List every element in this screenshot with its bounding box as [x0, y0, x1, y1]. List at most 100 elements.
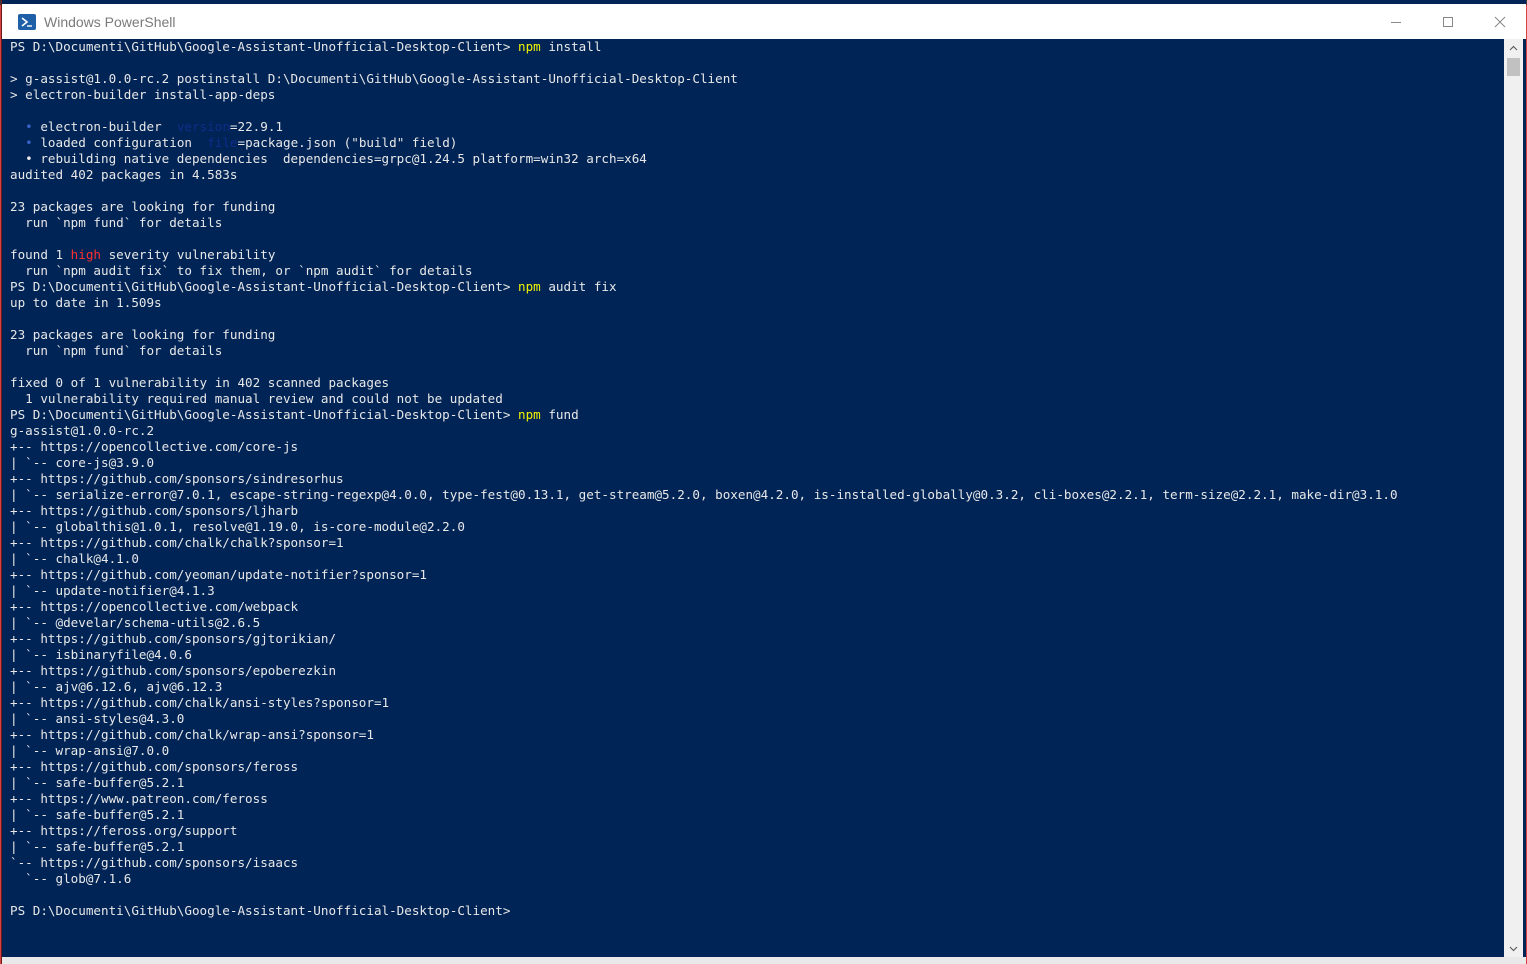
- console-line: | `-- wrap-ansi@7.0.0: [10, 743, 1398, 759]
- console-line: +-- https://github.com/sponsors/epoberez…: [10, 663, 1398, 679]
- console-line: +-- https://github.com/sponsors/gjtoriki…: [10, 631, 1398, 647]
- scroll-up-button[interactable]: [1504, 39, 1523, 56]
- console-text-segment: `-- https://github.com/sponsors/isaacs: [10, 855, 299, 870]
- console-line: g-assist@1.0.0-rc.2: [10, 423, 1398, 439]
- console-text-segment: • rebuilding native dependencies depende…: [10, 151, 647, 166]
- console-text-segment: PS D:\Documenti\GitHub\Google-Assistant-…: [10, 903, 511, 918]
- console-text-segment: npm: [518, 407, 541, 422]
- console-line: | `-- isbinaryfile@4.0.6: [10, 647, 1398, 663]
- minimize-icon: [1391, 21, 1401, 23]
- close-button[interactable]: [1474, 4, 1526, 39]
- console-line: fixed 0 of 1 vulnerability in 402 scanne…: [10, 375, 1398, 391]
- console-text-segment: | `-- core-js@3.9.0: [10, 455, 155, 470]
- scrollbar-thumb[interactable]: [1507, 58, 1520, 76]
- console-line: +-- https://github.com/chalk/chalk?spons…: [10, 535, 1398, 551]
- powershell-icon: [18, 13, 36, 30]
- window-bottom-edge: [2, 957, 1526, 964]
- console-line: +-- https://github.com/chalk/wrap-ansi?s…: [10, 727, 1398, 743]
- console-line: PS D:\Documenti\GitHub\Google-Assistant-…: [10, 39, 1398, 55]
- scroll-down-button[interactable]: [1504, 940, 1523, 957]
- chevron-down-icon: [1509, 946, 1518, 951]
- console-text-segment: electron-builder: [32, 119, 177, 134]
- console-line: +-- https://github.com/yeoman/update-not…: [10, 567, 1398, 583]
- console-text-segment: +-- https://github.com/sponsors/epoberez…: [10, 663, 337, 678]
- console-text-segment: +-- https://github.com/chalk/wrap-ansi?s…: [10, 727, 374, 742]
- console-text-segment: `-- glob@7.1.6: [10, 871, 132, 886]
- console-line: +-- https://feross.org/support: [10, 823, 1398, 839]
- console-text-segment: | `-- safe-buffer@5.2.1: [10, 807, 185, 822]
- console-text-segment: +-- https://feross.org/support: [10, 823, 238, 838]
- console-text-segment: > electron-builder install-app-deps: [10, 87, 276, 102]
- console-text-segment: | `-- isbinaryfile@4.0.6: [10, 647, 192, 662]
- console-line: | `-- safe-buffer@5.2.1: [10, 807, 1398, 823]
- console-text-segment: PS D:\Documenti\GitHub\Google-Assistant-…: [10, 407, 518, 422]
- console-text-segment: loaded configuration: [32, 135, 208, 150]
- console-text-segment: =22.9.1: [229, 119, 283, 134]
- console-line: 23 packages are looking for funding: [10, 327, 1398, 343]
- console-text-segment: audit fix: [540, 279, 617, 294]
- maximize-button[interactable]: [1422, 4, 1474, 39]
- console-text-segment: found 1: [10, 247, 71, 262]
- console-line: > g-assist@1.0.0-rc.2 postinstall D:\Doc…: [10, 71, 1398, 87]
- console-line: > electron-builder install-app-deps: [10, 87, 1398, 103]
- console-line: | `-- serialize-error@7.0.1, escape-stri…: [10, 487, 1398, 503]
- console-text-segment: 1 vulnerability required manual review a…: [10, 391, 503, 406]
- close-icon: [1494, 16, 1506, 27]
- window-title: Windows PowerShell: [44, 13, 176, 30]
- console-text-segment: +-- https://www.patreon.com/feross: [10, 791, 268, 806]
- console-text-segment: PS D:\Documenti\GitHub\Google-Assistant-…: [10, 39, 518, 54]
- console-text-segment: +-- https://github.com/yeoman/update-not…: [10, 567, 428, 582]
- console-line: • rebuilding native dependencies depende…: [10, 151, 1398, 167]
- console-text-segment: +-- https://github.com/sponsors/sindreso…: [10, 471, 344, 486]
- console-text-segment: | `-- @develar/schema-utils@2.6.5: [10, 615, 261, 630]
- console-text-segment: +-- https://github.com/sponsors/ljharb: [10, 503, 299, 518]
- console-line: | `-- chalk@4.1.0: [10, 551, 1398, 567]
- console-line: PS D:\Documenti\GitHub\Google-Assistant-…: [10, 279, 1398, 295]
- console-text-segment: | `-- chalk@4.1.0: [10, 551, 139, 566]
- console-line: PS D:\Documenti\GitHub\Google-Assistant-…: [10, 407, 1398, 423]
- console-line: +-- https://opencollective.com/webpack: [10, 599, 1398, 615]
- console-line: +-- https://github.com/sponsors/ljharb: [10, 503, 1398, 519]
- console-text-segment: | `-- serialize-error@7.0.1, escape-stri…: [10, 487, 1398, 502]
- console-line: +-- https://github.com/chalk/ansi-styles…: [10, 695, 1398, 711]
- console-text-segment: +-- https://opencollective.com/core-js: [10, 439, 299, 454]
- minimize-button[interactable]: [1370, 4, 1422, 39]
- console-text-segment: file: [207, 135, 238, 150]
- console-line: • electron-builder version=22.9.1: [10, 119, 1398, 135]
- console-line: run `npm fund` for details: [10, 215, 1398, 231]
- console-line: `-- https://github.com/sponsors/isaacs: [10, 855, 1398, 871]
- console-line: +-- https://github.com/sponsors/sindreso…: [10, 471, 1398, 487]
- console-line: audited 402 packages in 4.583s: [10, 167, 1398, 183]
- console-text-segment: | `-- safe-buffer@5.2.1: [10, 775, 185, 790]
- console-text-segment: PS D:\Documenti\GitHub\Google-Assistant-…: [10, 279, 518, 294]
- console-text-segment: up to date in 1.509s: [10, 295, 162, 310]
- console-text-segment: run `npm fund` for details: [10, 343, 223, 358]
- console-text-segment: high: [70, 247, 102, 262]
- console-line: | `-- safe-buffer@5.2.1: [10, 775, 1398, 791]
- console-line: • loaded configuration file=package.json…: [10, 135, 1398, 151]
- console-text-segment: npm: [518, 279, 541, 294]
- title-bar[interactable]: Windows PowerShell: [2, 4, 1526, 39]
- console-text-segment: > g-assist@1.0.0-rc.2 postinstall D:\Doc…: [10, 71, 738, 86]
- console-line: | `-- ajv@6.12.6, ajv@6.12.3: [10, 679, 1398, 695]
- console-text-segment: [10, 135, 25, 150]
- console-text-segment: 23 packages are looking for funding: [10, 327, 276, 342]
- console-line: run `npm fund` for details: [10, 343, 1398, 359]
- console-text-segment: | `-- update-notifier@4.1.3: [10, 583, 215, 598]
- console-line: 1 vulnerability required manual review a…: [10, 391, 1398, 407]
- console-text-segment: version: [176, 119, 230, 134]
- console-line: 23 packages are looking for funding: [10, 199, 1398, 215]
- console-text-segment: run `npm audit fix` to fix them, or `npm…: [10, 263, 473, 278]
- console-line: `-- glob@7.1.6: [10, 871, 1398, 887]
- maximize-icon: [1443, 16, 1453, 27]
- vertical-scrollbar[interactable]: [1504, 39, 1523, 957]
- console-text-segment: | `-- safe-buffer@5.2.1: [10, 839, 185, 854]
- console-output[interactable]: PS D:\Documenti\GitHub\Google-Assistant-…: [2, 39, 1504, 957]
- console-text-segment: | `-- wrap-ansi@7.0.0: [10, 743, 170, 758]
- console-text-segment: [10, 119, 25, 134]
